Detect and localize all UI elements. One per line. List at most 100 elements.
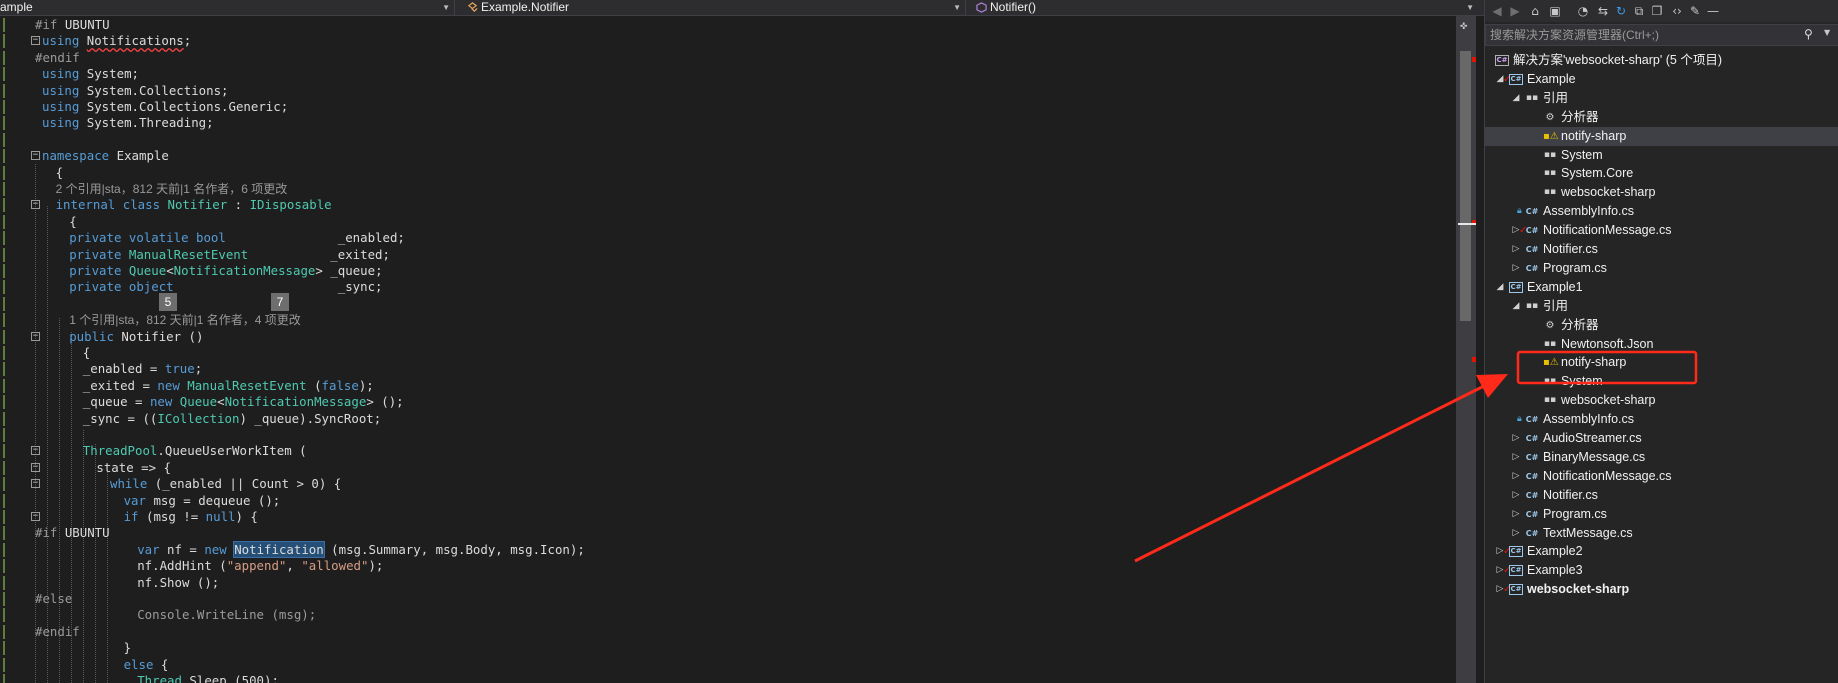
- code-line[interactable]: − namespace Example: [0, 148, 1420, 164]
- project-dropdown[interactable]: Example ▼: [0, 0, 455, 15]
- code-line[interactable]: − internal class Notifier : IDisposable: [0, 197, 1420, 213]
- code-line[interactable]: {: [0, 165, 1420, 181]
- tree-item[interactable]: ▪⚠ notify-sharp: [1485, 353, 1838, 372]
- switch-views-icon[interactable]: ▣: [1547, 3, 1563, 19]
- code-line[interactable]: − public Notifier (): [0, 329, 1420, 345]
- tree-item[interactable]: ▷ ✓ C# Example3: [1485, 561, 1838, 580]
- scroll-thumb[interactable]: [1460, 51, 1471, 321]
- code-line[interactable]: Thread.Sleep (500);: [0, 673, 1420, 683]
- expand-arrow-icon[interactable]: ▷: [1511, 429, 1521, 448]
- tree-item[interactable]: ◢ ▪▪ 引用: [1485, 89, 1838, 108]
- code-line[interactable]: #else: [0, 591, 1420, 607]
- code-line[interactable]: using System.Threading;: [0, 115, 1420, 131]
- search-input[interactable]: [1490, 27, 1800, 43]
- chevron-down-icon[interactable]: ▼: [1824, 28, 1830, 37]
- expand-arrow-icon[interactable]: ▷: [1511, 524, 1521, 543]
- collapse-all-icon[interactable]: ⧉: [1631, 3, 1647, 19]
- code-line[interactable]: Console.WriteLine (msg);: [0, 607, 1420, 623]
- code-line[interactable]: var nf = new Notification (msg.Summary, …: [0, 540, 1420, 558]
- code-line[interactable]: else {: [0, 657, 1420, 673]
- tree-item[interactable]: ▪⚠ notify-sharp: [1485, 126, 1838, 146]
- code-line[interactable]: nf.AddHint ("append", "allowed");: [0, 558, 1420, 574]
- collapse-arrow-icon[interactable]: ◢: [1511, 89, 1521, 108]
- code-editor[interactable]: #if UBUNTU − using Notifications; #endif usi…: [0, 16, 1456, 683]
- code-line[interactable]: private ManualResetEvent _exited;: [0, 247, 1420, 263]
- fold-toggle-icon[interactable]: −: [31, 331, 40, 341]
- tree-item[interactable]: ◢ C# Example1: [1485, 278, 1838, 297]
- fold-toggle-icon[interactable]: −: [31, 446, 40, 456]
- tree-item[interactable]: ▷ C# AudioStreamer.cs: [1485, 429, 1838, 448]
- tree-item[interactable]: ▪▪ System: [1485, 372, 1838, 391]
- split-window-icon[interactable]: ✜: [1460, 18, 1467, 32]
- code-line[interactable]: − ThreadPool.QueueUserWorkItem (: [0, 443, 1420, 459]
- code-line[interactable]: private object _sync;: [0, 279, 1420, 295]
- pending-changes-icon[interactable]: ◔: [1575, 3, 1591, 19]
- tree-item[interactable]: ▷ ✓ C# Example2: [1485, 542, 1838, 561]
- code-line[interactable]: {: [0, 214, 1420, 230]
- tree-item[interactable]: ▷ ✓ C# NotificationMessage.cs: [1485, 221, 1838, 240]
- view-code-icon[interactable]: ‹›: [1669, 3, 1685, 19]
- tree-item[interactable]: ▷ C# Program.cs: [1485, 505, 1838, 524]
- collapse-arrow-icon[interactable]: ◢: [1495, 278, 1505, 297]
- tree-item[interactable]: ⚙ 分析器: [1485, 316, 1838, 335]
- tree-item[interactable]: ▷ C# NotificationMessage.cs: [1485, 467, 1838, 486]
- tree-item[interactable]: ▪▪ websocket-sharp: [1485, 183, 1838, 202]
- tree-item[interactable]: ▷ C# Program.cs: [1485, 259, 1838, 278]
- tree-item[interactable]: ◢ ▪▪ 引用: [1485, 297, 1838, 316]
- code-line[interactable]: using System.Collections.Generic;: [0, 99, 1420, 115]
- code-line[interactable]: _enabled = true;: [0, 361, 1420, 377]
- search-icon[interactable]: ⚲: [1804, 27, 1813, 41]
- minus-icon[interactable]: —: [1705, 3, 1721, 19]
- tree-item[interactable]: ▪▪ Newtonsoft.Json: [1485, 335, 1838, 354]
- code-line[interactable]: var msg = dequeue ();: [0, 493, 1420, 509]
- member-dropdown[interactable]: Notifier() ▼: [970, 0, 1478, 15]
- code-line[interactable]: − using Notifications;: [0, 33, 1420, 49]
- properties-icon[interactable]: ✎: [1687, 3, 1703, 19]
- code-line[interactable]: [0, 427, 1420, 443]
- code-line[interactable]: private Queue<NotificationMessage> _queu…: [0, 263, 1420, 279]
- code-line[interactable]: − if (msg != null) {: [0, 509, 1420, 525]
- code-line[interactable]: {: [0, 345, 1420, 361]
- tree-item[interactable]: ◢ ✓ C# Example: [1485, 70, 1838, 89]
- tree-item[interactable]: ▷ C# Notifier.cs: [1485, 240, 1838, 259]
- code-line[interactable]: 2 个引用|sta，812 天前|1 名作者，6 项更改: [0, 181, 1420, 197]
- expand-arrow-icon[interactable]: ▷: [1511, 486, 1521, 505]
- code-line[interactable]: _sync = ((ICollection) _queue).SyncRoot;: [0, 411, 1420, 427]
- editor-scrollbar[interactable]: ✜: [1456, 16, 1476, 683]
- explorer-search-box[interactable]: ⚲ ▼: [1485, 24, 1838, 46]
- code-line[interactable]: private volatile bool _enabled;: [0, 230, 1420, 246]
- show-all-files-icon[interactable]: ❐: [1649, 3, 1665, 19]
- tree-item[interactable]: C# 解决方案'websocket-sharp' (5 个项目): [1485, 51, 1838, 70]
- tree-item[interactable]: ▷ ✓ C# websocket-sharp: [1485, 580, 1838, 599]
- code-line[interactable]: using System;: [0, 66, 1420, 82]
- refresh-icon[interactable]: ↻: [1613, 3, 1629, 19]
- type-dropdown[interactable]: Example.Notifier ▼: [461, 0, 966, 15]
- tree-item[interactable]: ▷ C# TextMessage.cs: [1485, 524, 1838, 543]
- expand-arrow-icon[interactable]: ▷: [1511, 448, 1521, 467]
- fold-toggle-icon[interactable]: −: [31, 200, 40, 210]
- expand-arrow-icon[interactable]: ▷: [1511, 259, 1521, 278]
- code-line[interactable]: #endif: [0, 50, 1420, 66]
- expand-arrow-icon[interactable]: ▷: [1511, 505, 1521, 524]
- fold-toggle-icon[interactable]: −: [31, 479, 40, 489]
- code-line[interactable]: }: [0, 640, 1420, 656]
- code-line[interactable]: nf.Show ();: [0, 575, 1420, 591]
- tree-item[interactable]: ▪▪ System: [1485, 146, 1838, 165]
- code-line[interactable]: _queue = new Queue<NotificationMessage> …: [0, 394, 1420, 410]
- tree-item[interactable]: ⚙ 分析器: [1485, 108, 1838, 127]
- code-line[interactable]: [0, 132, 1420, 148]
- expand-arrow-icon[interactable]: ▷: [1511, 240, 1521, 259]
- tree-item[interactable]: ▷ C# BinaryMessage.cs: [1485, 448, 1838, 467]
- code-line[interactable]: #if UBUNTU: [0, 17, 1420, 33]
- code-line[interactable]: using System.Collections;: [0, 83, 1420, 99]
- tree-item[interactable]: ▷ C# Notifier.cs: [1485, 486, 1838, 505]
- highlighted-symbol[interactable]: Notification: [233, 540, 325, 558]
- expand-arrow-icon[interactable]: ▷: [1511, 467, 1521, 486]
- code-line[interactable]: _exited = new ManualResetEvent (false);: [0, 378, 1420, 394]
- code-line[interactable]: − state => {: [0, 460, 1420, 476]
- code-line[interactable]: 1 个引用|sta，812 天前|1 名作者，4 项更改: [0, 312, 1420, 328]
- codelens-info[interactable]: 2 个引用|sta，812 天前|1 名作者，6 项更改: [56, 181, 288, 197]
- back-icon[interactable]: ◀: [1489, 3, 1505, 19]
- codelens-info[interactable]: 1 个引用|sta，812 天前|1 名作者，4 项更改: [69, 312, 301, 328]
- fold-toggle-icon[interactable]: −: [31, 36, 40, 46]
